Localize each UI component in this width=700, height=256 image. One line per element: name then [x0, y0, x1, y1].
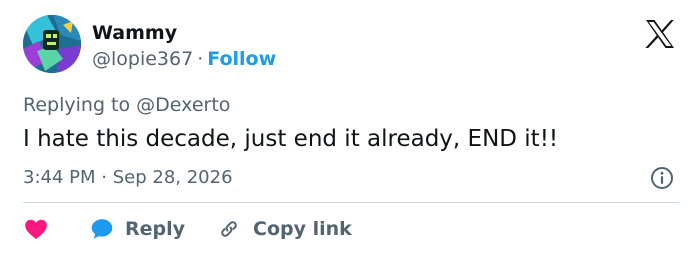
tweet-card: Wammy @lopie367 · Follow Replying to @Dexe… [0, 0, 700, 256]
reply-mention-link[interactable]: @Dexerto [136, 94, 230, 116]
x-logo-icon-graphic [645, 20, 674, 48]
timestamp[interactable]: 3:44 PM · Sep 28, 2026 [23, 166, 233, 190]
author-name[interactable]: Wammy [92, 21, 177, 45]
info-icon-graphic [651, 167, 673, 189]
copy-link-button[interactable]: Copy link [217, 217, 352, 241]
author-handle[interactable]: @lopie367 [92, 48, 193, 70]
link-icon [221, 221, 237, 237]
timestamp-time: 3:44 PM [23, 167, 96, 188]
heart-icon [25, 219, 47, 239]
reply-label: Reply [125, 218, 186, 240]
handle-separator: · [197, 48, 204, 70]
x-logo-icon[interactable] [645, 20, 675, 48]
reply-context: Replying to @Dexerto [23, 93, 230, 117]
follow-button[interactable]: Follow [207, 48, 276, 70]
avatar[interactable] [23, 15, 81, 73]
reply-button[interactable]: Reply [89, 216, 185, 242]
like-button[interactable] [23, 216, 49, 242]
divider [23, 202, 679, 203]
author-handle-row: @lopie367 · Follow [92, 47, 276, 71]
timestamp-date: Sep 28, 2026 [112, 167, 233, 188]
speech-bubble-icon [91, 219, 113, 239]
action-bar: Reply Copy link [23, 214, 352, 244]
tweet-text: I hate this decade, just end it already,… [23, 126, 559, 152]
info-icon[interactable] [650, 166, 674, 190]
avatar-image [23, 15, 81, 73]
reply-context-prefix: Replying to [23, 94, 131, 116]
timestamp-separator: · [101, 167, 107, 188]
copy-link-label: Copy link [253, 218, 352, 240]
